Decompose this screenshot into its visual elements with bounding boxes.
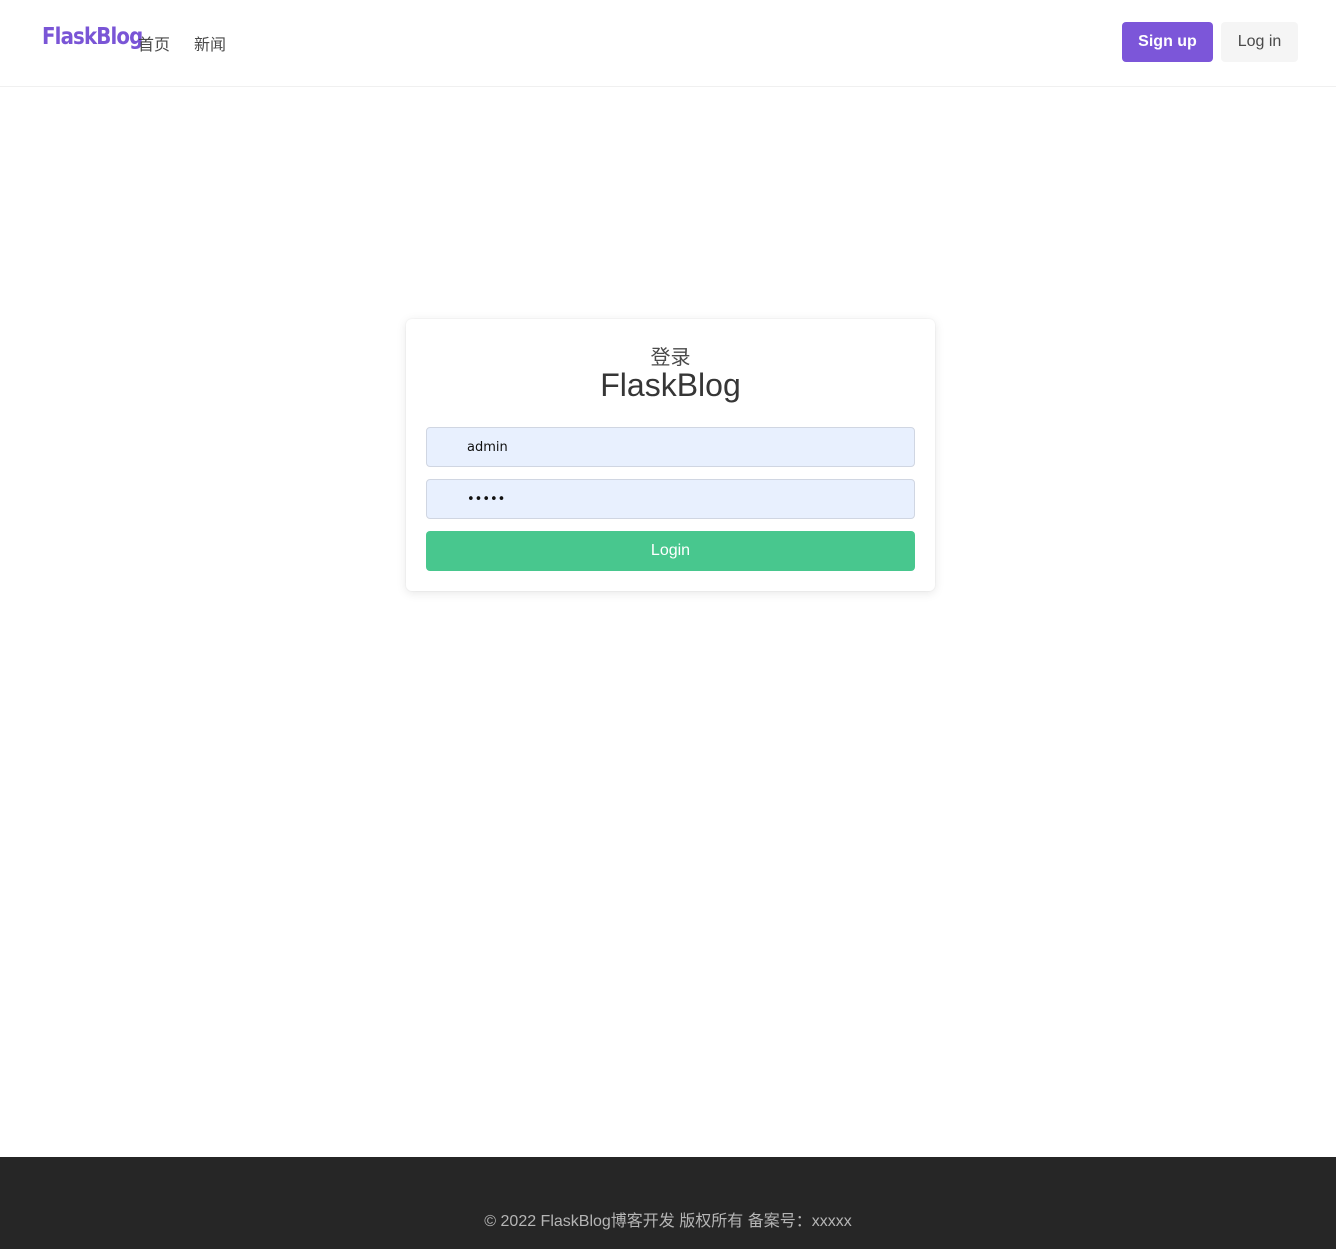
top-navbar: FlaskBlog 首页 新闻 Sign up Log in xyxy=(0,0,1336,87)
page-footer: © 2022 FlaskBlog博客开发 版权所有 备案号：xxxxx xyxy=(0,1157,1336,1249)
login-subtitle: 登录 xyxy=(650,347,691,369)
brand-logo[interactable]: FlaskBlog xyxy=(42,24,143,50)
footer-copyright: © 2022 FlaskBlog博客开发 版权所有 备案号：xxxxx xyxy=(484,1213,852,1230)
login-nav-button[interactable]: Log in xyxy=(1221,22,1298,62)
username-input[interactable] xyxy=(426,427,915,467)
signup-button[interactable]: Sign up xyxy=(1122,22,1213,62)
login-card: 登录 FlaskBlog Login xyxy=(406,319,935,591)
login-submit-button[interactable]: Login xyxy=(426,531,915,571)
nav-link-home[interactable]: 首页 xyxy=(138,31,170,55)
password-input[interactable] xyxy=(426,479,915,519)
nav-link-news[interactable]: 新闻 xyxy=(194,31,226,55)
login-title: FlaskBlog xyxy=(600,367,741,403)
